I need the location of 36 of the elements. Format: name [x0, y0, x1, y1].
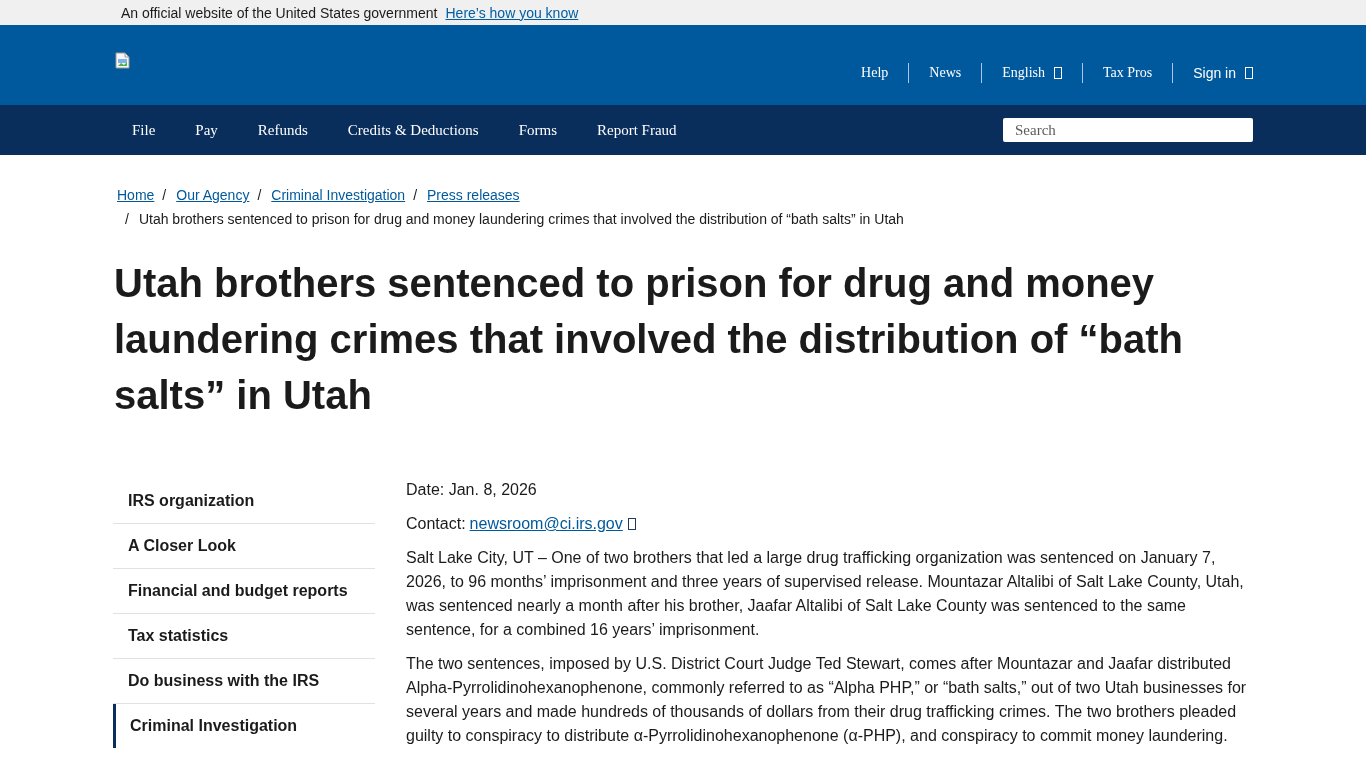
broken-image-icon — [115, 52, 131, 69]
page-title: Utah brothers sentenced to prison for drug and money laundering crimes that involved the distribution of “bath salts” in Utah — [113, 260, 1184, 419]
breadcrumb-link[interactable]: Home — [117, 183, 155, 207]
breadcrumb-current: Utah brothers sentenced to prison for drug and money laundering crimes that involved the distribution of “bath salts” in Utah — [138, 210, 904, 229]
date-line: Date: Jan. 8, 2026 — [406, 480, 538, 500]
article-paragraph: The two sentences, imposed by U.S. District Court Judge Ted Stewart, comes after Mountazar and Jaafar distributed Alpha-Pyrrolidinohexanophenone, commonly referred to as “Alpha PHP,” or “bath salts,” out of two Utah businesses for several years and made hundreds of thousands of dollars from their drug trafficking crimes. The two brothers pleaded guilty to conspiracy to distribute α-Pyrrolidinohexanophenone (α-PHP), and conspiracy to commit money laundering. — [406, 654, 1248, 746]
sidebar-item[interactable]: Criminal Investigation — [116, 704, 375, 748]
article-paragraph: Salt Lake City, UT – One of two brothers that led a large drug trafficking organization was sentenced on January 7, 2026, to 96 months’ imprisonment and three years of supervised release. Mountazar Altalibi of Salt Lake County, Utah, was sentenced nearly a month after his brother, Jaafar Altalibi of Salt Lake County was sentenced to the same sentence, for a combined 16 years’ imprisonment. — [406, 548, 1245, 640]
official-site-notice: An official website of the United States government — [121, 4, 438, 21]
nav-link[interactable]: Refunds — [237, 120, 328, 140]
utility-link[interactable]: English — [1002, 65, 1062, 81]
contact-label: Contact: — [406, 514, 466, 534]
nav-link[interactable]: Forms — [498, 120, 577, 140]
how-you-know-link[interactable]: Here’s how you know — [445, 4, 579, 21]
breadcrumb-link[interactable]: Our Agency — [176, 183, 250, 207]
sidebar-item[interactable]: Tax statistics — [113, 614, 375, 658]
utility-link[interactable]: Tax Pros — [1103, 65, 1153, 81]
sidebar-item[interactable]: IRS organization — [113, 478, 375, 523]
search-field[interactable]: Search — [1003, 118, 1253, 142]
nav-link[interactable]: Pay — [175, 120, 238, 140]
sign-in-link[interactable]: Sign in — [1193, 65, 1253, 81]
breadcrumb-separator: / — [257, 186, 262, 205]
breadcrumb-link[interactable]: Press releases — [427, 183, 520, 207]
utility-link[interactable]: Help — [861, 65, 889, 81]
utility-link[interactable]: News — [929, 65, 962, 81]
breadcrumb-separator: / — [413, 186, 418, 205]
email-link[interactable]: newsroom@ci.irs.gov — [469, 512, 623, 536]
nav-link[interactable]: Report Fraud — [577, 120, 697, 140]
breadcrumb-separator: / — [125, 210, 129, 229]
sidebar-item[interactable]: A Closer Look — [113, 524, 375, 568]
nav-link[interactable]: File — [112, 120, 176, 140]
nav-link[interactable]: Credits & Deductions — [327, 120, 499, 140]
sidebar-item[interactable]: Financial and budget reports — [113, 569, 375, 613]
breadcrumb-separator: / — [162, 186, 167, 205]
sidebar-item[interactable]: Do business with the IRS — [113, 659, 375, 703]
breadcrumb-link[interactable]: Criminal Investigation — [271, 183, 406, 207]
